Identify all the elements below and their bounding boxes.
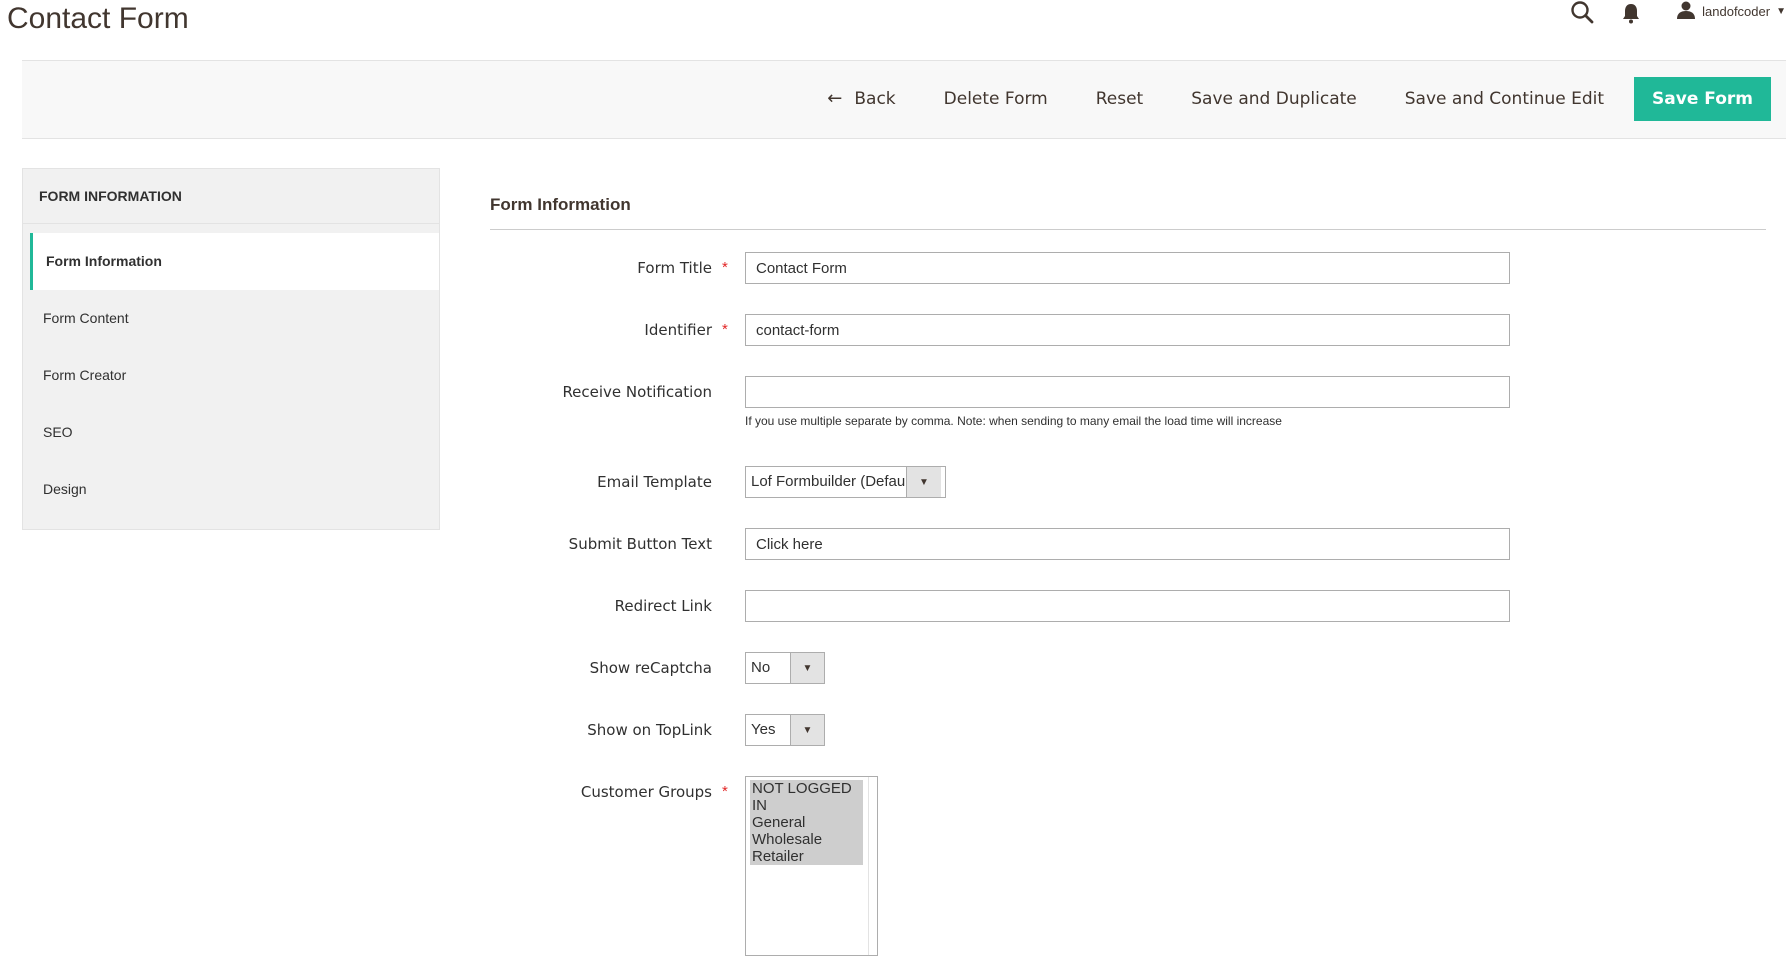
save-and-duplicate-button[interactable]: Save and Duplicate xyxy=(1167,77,1381,121)
back-button[interactable]: ← Back xyxy=(803,77,919,121)
show-on-toplink-value: Yes xyxy=(751,721,776,738)
sidebar-nav: FORM INFORMATION Form Information Form C… xyxy=(22,168,440,530)
show-recaptcha-select[interactable]: No ▼ xyxy=(745,652,825,684)
show-on-toplink-label: Show on TopLink xyxy=(587,721,712,739)
show-recaptcha-value: No xyxy=(751,659,771,676)
save-form-button[interactable]: Save Form xyxy=(1634,77,1771,121)
redirect-link-input[interactable] xyxy=(745,590,1510,622)
email-template-select[interactable]: Lof Formbuilder (Defau ▼ xyxy=(745,466,946,498)
required-icon: * xyxy=(722,783,728,800)
scrollbar[interactable] xyxy=(868,777,877,955)
form-title-label: Form Title xyxy=(637,259,712,277)
customer-groups-label: Customer Groups xyxy=(580,783,712,801)
email-template-label: Email Template xyxy=(597,473,712,491)
user-icon xyxy=(1676,0,1696,23)
email-template-value: Lof Formbuilder (Defau xyxy=(751,473,906,490)
page-actions-bar: ← Back Delete Form Reset Save and Duplic… xyxy=(22,60,1786,139)
user-name: landofcoder xyxy=(1702,4,1771,19)
delete-form-button[interactable]: Delete Form xyxy=(920,77,1072,121)
user-account-menu[interactable]: landofcoder ▼ xyxy=(1676,0,1786,23)
show-on-toplink-select[interactable]: Yes ▼ xyxy=(745,714,825,746)
sidebar-title: FORM INFORMATION xyxy=(23,169,439,224)
identifier-label: Identifier xyxy=(644,321,712,339)
form-title-input[interactable] xyxy=(745,252,1510,284)
redirect-link-label: Redirect Link xyxy=(614,597,712,615)
chevron-down-icon: ▼ xyxy=(789,653,824,683)
reset-button[interactable]: Reset xyxy=(1072,77,1168,121)
required-icon: * xyxy=(722,259,728,276)
section-title: Form Information xyxy=(490,195,1766,230)
customer-group-option[interactable]: Retailer xyxy=(750,848,863,865)
submit-button-text-label: Submit Button Text xyxy=(568,535,712,553)
chevron-down-icon: ▼ xyxy=(1776,6,1786,17)
notification-bell-icon[interactable] xyxy=(1620,1,1642,25)
chevron-down-icon: ▼ xyxy=(789,715,824,745)
back-button-label: Back xyxy=(854,89,896,109)
show-recaptcha-label: Show reCaptcha xyxy=(589,659,712,677)
identifier-input[interactable] xyxy=(745,314,1510,346)
arrow-left-icon: ← xyxy=(827,88,843,109)
main-content: Form Information Form Title * Identifier… xyxy=(490,195,1766,956)
receive-notification-note: If you use multiple separate by comma. N… xyxy=(745,414,1282,428)
customer-group-option[interactable]: General xyxy=(750,814,863,831)
sidebar-item-design[interactable]: Design xyxy=(23,461,439,518)
sidebar-item-form-content[interactable]: Form Content xyxy=(23,290,439,347)
customer-groups-multiselect[interactable]: NOT LOGGED IN General Wholesale Retailer xyxy=(745,776,878,956)
customer-group-option[interactable]: Wholesale xyxy=(750,831,863,848)
chevron-down-icon: ▼ xyxy=(906,467,941,497)
required-icon: * xyxy=(722,321,728,338)
submit-button-text-input[interactable] xyxy=(745,528,1510,560)
sidebar-item-form-information[interactable]: Form Information xyxy=(30,233,439,290)
header-search-icon[interactable] xyxy=(1570,0,1596,26)
receive-notification-input[interactable] xyxy=(745,376,1510,408)
customer-group-option[interactable]: NOT LOGGED IN xyxy=(750,780,863,814)
sidebar-item-form-creator[interactable]: Form Creator xyxy=(23,347,439,404)
save-and-continue-edit-button[interactable]: Save and Continue Edit xyxy=(1381,77,1628,121)
sidebar-item-seo[interactable]: SEO xyxy=(23,404,439,461)
page-title: Contact Form xyxy=(7,2,189,35)
receive-notification-label: Receive Notification xyxy=(562,383,712,401)
